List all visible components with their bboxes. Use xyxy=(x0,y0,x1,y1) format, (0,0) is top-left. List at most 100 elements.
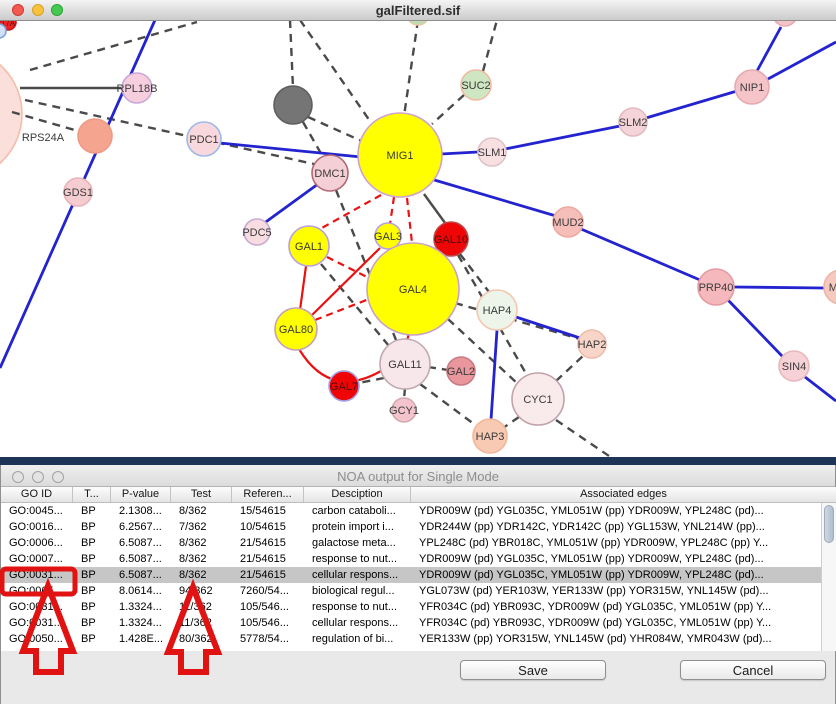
network-edge[interactable] xyxy=(290,20,293,88)
network-edge[interactable] xyxy=(220,143,361,157)
cell-test[interactable]: 11/362 xyxy=(171,599,232,615)
network-edge[interactable] xyxy=(30,22,197,70)
cell-go-id[interactable]: GO:0050... xyxy=(1,631,73,647)
cell-p-value[interactable]: 1.3324... xyxy=(111,599,171,615)
cell-description[interactable]: response to nut... xyxy=(304,599,411,615)
network-edge[interactable] xyxy=(556,355,584,381)
network-edge[interactable] xyxy=(424,194,448,227)
noa-window-titlebar[interactable]: NOA output for Single Mode xyxy=(1,465,835,487)
table-row[interactable]: GO:0007...BP6.5087...8/36221/54615respon… xyxy=(1,551,821,567)
network-edge[interactable] xyxy=(503,417,519,428)
cell-go-id[interactable]: GO:0045... xyxy=(1,503,73,519)
column-header-associated-edges[interactable]: Associated edges xyxy=(411,487,836,502)
cell-description[interactable]: galactose meta... xyxy=(304,535,411,551)
cell-test[interactable]: 11/362 xyxy=(171,615,232,631)
cell-reference[interactable]: 21/54615 xyxy=(232,535,304,551)
cell-associated-edges[interactable]: YDR009W (pd) YGL035C, YML051W (pp) YDR00… xyxy=(411,567,821,583)
cell-p-value[interactable]: 1.428E... xyxy=(111,631,171,647)
graph-window-titlebar[interactable]: galFiltered.sif xyxy=(0,0,836,21)
cell-type[interactable]: BP xyxy=(73,583,111,599)
cell-reference[interactable]: 105/546... xyxy=(232,599,304,615)
column-header-reference[interactable]: Referen... xyxy=(232,487,304,502)
cell-test[interactable]: 8/362 xyxy=(171,503,232,519)
network-node-rps24a[interactable] xyxy=(78,119,112,153)
network-edge[interactable] xyxy=(556,420,612,457)
cell-reference[interactable]: 10/54615 xyxy=(232,519,304,535)
network-edge[interactable] xyxy=(432,95,464,124)
cell-p-value[interactable]: 6.2567... xyxy=(111,519,171,535)
network-edge[interactable] xyxy=(315,299,369,320)
cell-type[interactable]: BP xyxy=(73,535,111,551)
column-header-description[interactable]: Desciption xyxy=(304,487,411,502)
cell-type[interactable]: BP xyxy=(73,615,111,631)
cell-p-value[interactable]: 8.0614... xyxy=(111,583,171,599)
cancel-button[interactable]: Cancel xyxy=(680,660,826,680)
network-edge[interactable] xyxy=(407,198,412,243)
network-edge[interactable] xyxy=(428,367,448,370)
network-edge[interactable] xyxy=(460,254,489,292)
cell-description[interactable]: carbon cataboli... xyxy=(304,503,411,519)
column-header-go-id[interactable]: GO ID xyxy=(1,487,73,502)
cell-type[interactable]: BP xyxy=(73,631,111,647)
cell-associated-edges[interactable]: YDR009W (pd) YGL035C, YML051W (pp) YDR00… xyxy=(411,503,821,519)
network-edge[interactable] xyxy=(390,197,394,224)
cell-description[interactable]: protein import i... xyxy=(304,519,411,535)
cell-test[interactable]: 8/362 xyxy=(171,551,232,567)
cell-associated-edges[interactable]: YDR009W (pd) YGL035C, YML051W (pp) YDR00… xyxy=(411,551,821,567)
network-edge[interactable] xyxy=(757,27,781,71)
table-row[interactable]: GO:0050...BP1.428E...80/3625778/54...reg… xyxy=(1,631,821,647)
network-edge[interactable] xyxy=(308,117,366,143)
cell-go-id[interactable]: GO:0016... xyxy=(1,519,73,535)
cell-type[interactable]: BP xyxy=(73,519,111,535)
cell-type[interactable]: BP xyxy=(73,599,111,615)
cell-description[interactable]: biological regul... xyxy=(304,583,411,599)
network-edge[interactable] xyxy=(320,195,381,229)
network-edge[interactable] xyxy=(505,126,620,149)
network-edge[interactable] xyxy=(728,300,783,357)
network-canvas[interactable]: 17ARPL18BRPS24APDC1GDS1DMC1MIG1SUC2SLM1S… xyxy=(0,0,836,457)
cell-go-id[interactable]: GO:0006... xyxy=(1,535,73,551)
network-edge[interactable] xyxy=(516,317,580,338)
cell-go-id[interactable]: GO:0031... xyxy=(1,567,73,583)
cell-p-value[interactable]: 6.5087... xyxy=(111,567,171,583)
network-edge[interactable] xyxy=(483,20,497,71)
cell-associated-edges[interactable]: YGL073W (pd) YER103W, YER133W (pp) YOR31… xyxy=(411,583,821,599)
cell-description[interactable]: response to nut... xyxy=(304,551,411,567)
cell-associated-edges[interactable]: YER133W (pp) YOR315W, YNL145W (pd) YHR08… xyxy=(411,631,821,647)
cell-p-value[interactable]: 6.5087... xyxy=(111,535,171,551)
cell-test[interactable]: 80/362 xyxy=(171,631,232,647)
cell-description[interactable]: regulation of bi... xyxy=(304,631,411,647)
cell-go-id[interactable]: GO:0031... xyxy=(1,599,73,615)
table-row[interactable]: GO:0045...BP2.1308...8/36215/54615carbon… xyxy=(1,503,821,519)
cell-test[interactable]: 8/362 xyxy=(171,567,232,583)
cell-p-value[interactable]: 1.3324... xyxy=(111,615,171,631)
network-edge[interactable] xyxy=(263,184,318,224)
cell-reference[interactable]: 7260/54... xyxy=(232,583,304,599)
cell-type[interactable]: BP xyxy=(73,567,111,583)
cell-go-id[interactable]: GO:0065... xyxy=(1,583,73,599)
cell-test[interactable]: 7/362 xyxy=(171,519,232,535)
column-header-p-value[interactable]: P-value xyxy=(111,487,171,502)
cell-reference[interactable]: 15/54615 xyxy=(232,503,304,519)
cell-reference[interactable]: 105/546... xyxy=(232,615,304,631)
cell-associated-edges[interactable]: YFR034C (pd) YBR093C, YDR009W (pd) YGL03… xyxy=(411,599,821,615)
cell-reference[interactable]: 21/54615 xyxy=(232,567,304,583)
table-row[interactable]: GO:0031...BP1.3324...11/362105/546...cel… xyxy=(1,615,821,631)
network-edge[interactable] xyxy=(581,229,700,280)
cell-go-id[interactable]: GO:0031... xyxy=(1,615,73,631)
cell-go-id[interactable]: GO:0007... xyxy=(1,551,73,567)
column-header-type[interactable]: T... xyxy=(73,487,111,502)
cell-test[interactable]: 94/362 xyxy=(171,583,232,599)
network-edge[interactable] xyxy=(25,100,314,164)
table-row[interactable]: GO:0031...BP1.3324...11/362105/546...res… xyxy=(1,599,821,615)
cell-description[interactable]: cellular respons... xyxy=(304,615,411,631)
cell-description[interactable]: cellular respons... xyxy=(304,567,411,583)
cell-p-value[interactable]: 2.1308... xyxy=(111,503,171,519)
column-header-test[interactable]: Test xyxy=(171,487,232,502)
network-edge[interactable] xyxy=(441,152,478,154)
table-scrollbar[interactable] xyxy=(821,503,836,651)
scrollbar-thumb[interactable] xyxy=(824,505,834,543)
network-edge[interactable] xyxy=(12,112,85,133)
table-row[interactable]: GO:0031...BP6.5087...8/36221/54615cellul… xyxy=(1,567,821,583)
cell-associated-edges[interactable]: YPL248C (pd) YBR018C, YML051W (pp) YDR00… xyxy=(411,535,821,551)
